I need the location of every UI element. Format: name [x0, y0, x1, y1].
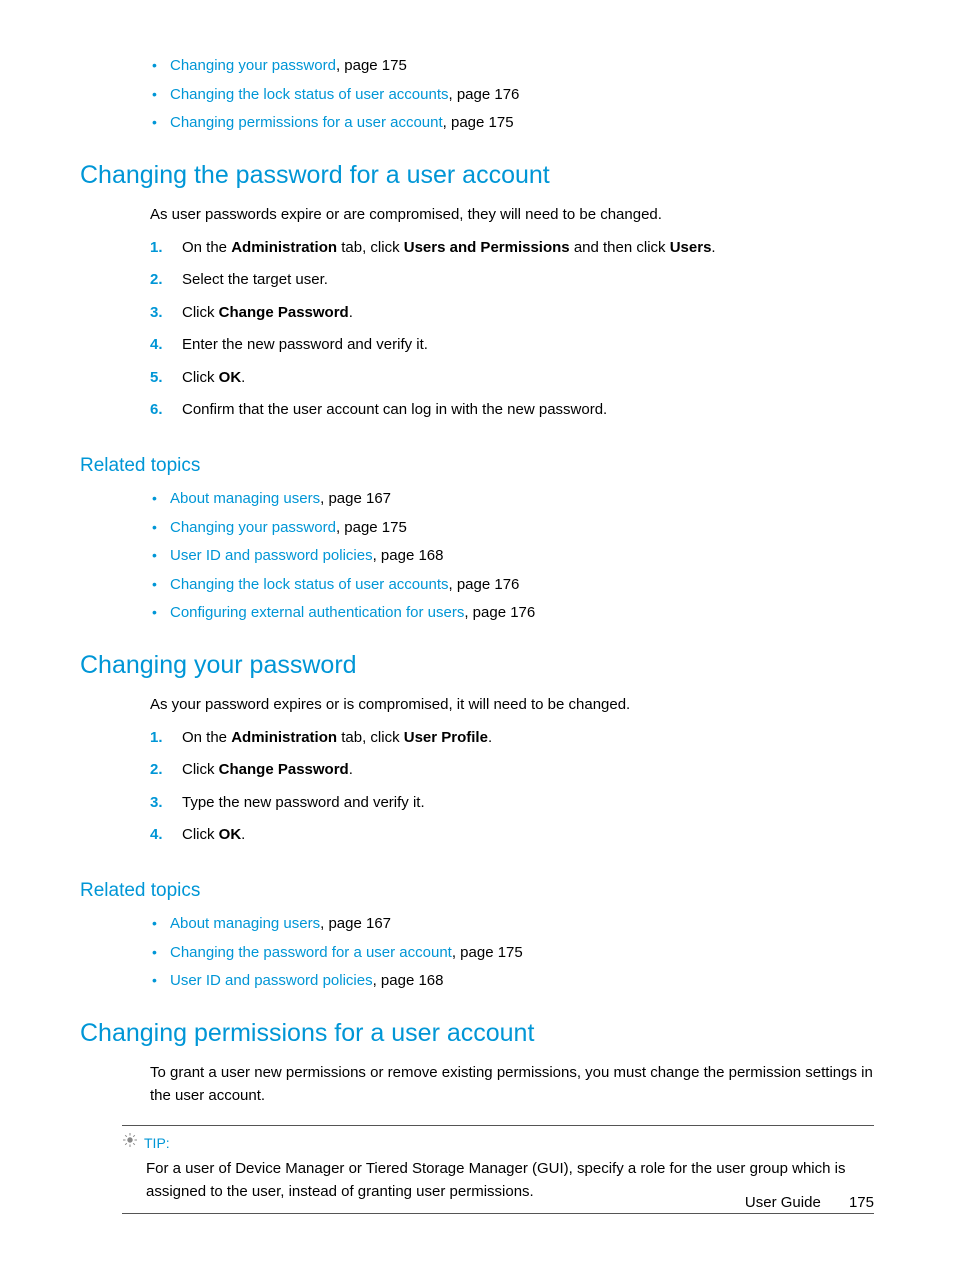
ui-element-label: OK: [219, 369, 242, 386]
list-item: About managing users, page 167: [150, 913, 874, 936]
ui-element-label: Administration: [231, 729, 337, 746]
list-item: Changing your password, page 175: [150, 55, 874, 78]
page-reference: , page 175: [443, 114, 514, 131]
section-heading-change-permissions: Changing permissions for a user account: [80, 1015, 874, 1053]
step-item: Select the target user.: [150, 269, 874, 292]
cross-reference-link[interactable]: Changing permissions for a user account: [170, 114, 443, 131]
cross-reference-link[interactable]: Changing your password: [170, 519, 336, 536]
cross-reference-link[interactable]: Changing the lock status of user account…: [170, 86, 449, 103]
footer-page-number: 175: [849, 1192, 874, 1215]
page-reference: , page 168: [373, 547, 444, 564]
step-item: Click OK.: [150, 367, 874, 390]
page-reference: , page 175: [452, 944, 523, 961]
ui-element-label: OK: [219, 826, 242, 843]
page-reference: , page 176: [464, 604, 535, 621]
step-item: Click Change Password.: [150, 302, 874, 325]
page-reference: , page 176: [449, 576, 520, 593]
list-item: Changing the lock status of user account…: [150, 84, 874, 107]
section-heading-change-own-password: Changing your password: [80, 647, 874, 685]
ui-element-label: Users and Permissions: [404, 239, 570, 256]
step-item: On the Administration tab, click Users a…: [150, 237, 874, 260]
cross-reference-link[interactable]: Changing your password: [170, 57, 336, 74]
list-item: Changing the password for a user account…: [150, 942, 874, 965]
section2-related-list: About managing users, page 167 Changing t…: [150, 913, 874, 993]
related-topics-heading: Related topics: [80, 877, 874, 906]
page-reference: , page 176: [449, 86, 520, 103]
list-item: Configuring external authentication for …: [150, 602, 874, 625]
tip-icon: [122, 1132, 138, 1154]
list-item: About managing users, page 167: [150, 488, 874, 511]
cross-reference-link[interactable]: User ID and password policies: [170, 972, 373, 989]
section2-intro: As your password expires or is compromis…: [150, 694, 874, 717]
cross-reference-link[interactable]: Configuring external authentication for …: [170, 604, 464, 621]
step-item: Click Change Password.: [150, 759, 874, 782]
ui-element-label: Administration: [231, 239, 337, 256]
top-link-list: Changing your password, page 175Changing…: [150, 55, 874, 135]
section3-intro: To grant a user new permissions or remov…: [150, 1062, 874, 1107]
tip-label: TIP:: [144, 1133, 170, 1154]
page-reference: , page 175: [336, 519, 407, 536]
ui-element-label: Change Password: [219, 761, 349, 778]
page-reference: , page 175: [336, 57, 407, 74]
section1-related-list: About managing users, page 167 Changing y…: [150, 488, 874, 625]
step-item: Enter the new password and verify it.: [150, 334, 874, 357]
related-topics-heading: Related topics: [80, 452, 874, 481]
cross-reference-link[interactable]: About managing users: [170, 490, 320, 507]
page-footer: User Guide 175: [745, 1192, 874, 1215]
section1-steps: On the Administration tab, click Users a…: [150, 237, 874, 422]
ui-element-label: Users: [670, 239, 712, 256]
list-item: User ID and password policies, page 168: [150, 970, 874, 993]
step-item: Type the new password and verify it.: [150, 792, 874, 815]
cross-reference-link[interactable]: Changing the lock status of user account…: [170, 576, 449, 593]
section2-steps: On the Administration tab, click User Pr…: [150, 727, 874, 847]
cross-reference-link[interactable]: User ID and password policies: [170, 547, 373, 564]
cross-reference-link[interactable]: About managing users: [170, 915, 320, 932]
step-item: Click OK.: [150, 824, 874, 847]
section1-intro: As user passwords expire or are compromi…: [150, 204, 874, 227]
ui-element-label: User Profile: [404, 729, 488, 746]
footer-guide: User Guide: [745, 1194, 821, 1211]
list-item: User ID and password policies, page 168: [150, 545, 874, 568]
page-reference: , page 168: [373, 972, 444, 989]
section-heading-change-password-account: Changing the password for a user account: [80, 157, 874, 195]
list-item: Changing your password, page 175: [150, 517, 874, 540]
step-item: On the Administration tab, click User Pr…: [150, 727, 874, 750]
list-item: Changing the lock status of user account…: [150, 574, 874, 597]
cross-reference-link[interactable]: Changing the password for a user account: [170, 944, 452, 961]
page-reference: , page 167: [320, 915, 391, 932]
ui-element-label: Change Password: [219, 304, 349, 321]
step-item: Confirm that the user account can log in…: [150, 399, 874, 422]
list-item: Changing permissions for a user account,…: [150, 112, 874, 135]
page-reference: , page 167: [320, 490, 391, 507]
